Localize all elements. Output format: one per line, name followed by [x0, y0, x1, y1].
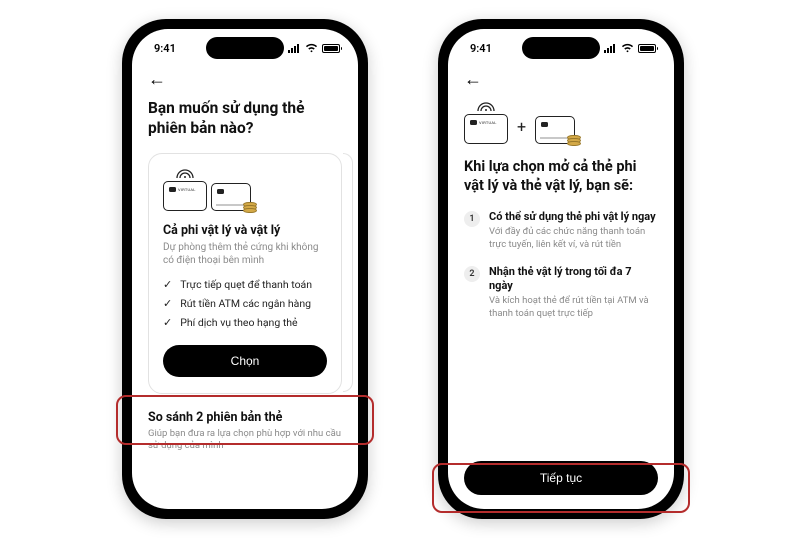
page-title: Khi lựa chọn mở cả thẻ phi vật lý và thẻ… [464, 158, 658, 196]
check-icon: ✓ [163, 278, 172, 291]
battery-icon [322, 44, 340, 53]
phone-mock-left: 9:41 ← Bạn muốn sử dụng thẻ phiên bản nà… [122, 19, 368, 519]
status-time: 9:41 [154, 42, 176, 55]
nfc-icon [475, 101, 497, 111]
phone-mock-right: 9:41 ← + [438, 19, 684, 519]
wifi-icon [621, 43, 634, 53]
iphone-notch [206, 37, 284, 59]
benefit-list: 1 Có thể sử dụng thẻ phi vật lý ngay Với… [464, 210, 658, 334]
feature-item: ✓Trực tiếp quẹt để thanh toán [163, 278, 327, 291]
step-number: 2 [464, 266, 480, 282]
feature-item: ✓Phí dịch vụ theo hạng thẻ [163, 316, 327, 329]
wifi-icon [305, 43, 318, 53]
screen-left: 9:41 ← Bạn muốn sử dụng thẻ phiên bản nà… [132, 29, 358, 509]
virtual-card-icon [163, 181, 207, 211]
back-button[interactable]: ← [464, 69, 482, 90]
cards-illustration [163, 168, 327, 211]
compare-desc: Giúp bạn đưa ra lựa chọn phù hợp với nhu… [148, 428, 342, 454]
check-icon: ✓ [163, 316, 172, 329]
benefit-item: 2 Nhận thẻ vật lý trong tối đa 7 ngày Và… [464, 265, 658, 321]
select-button[interactable]: Chọn [163, 345, 327, 377]
benefit-title: Nhận thẻ vật lý trong tối đa 7 ngày [489, 265, 658, 294]
option-title: Cả phi vật lý và vật lý [163, 223, 327, 238]
benefit-desc: Với đầy đủ các chức năng thanh toán trực… [489, 226, 658, 252]
back-button[interactable]: ← [148, 69, 166, 90]
battery-icon [638, 44, 656, 53]
coins-icon [243, 204, 257, 213]
virtual-card-icon [464, 114, 508, 144]
continue-button[interactable]: Tiếp tục [464, 461, 658, 495]
iphone-notch [522, 37, 600, 59]
option-card[interactable]: Cả phi vật lý và vật lý Dự phòng thêm th… [148, 153, 342, 394]
status-time: 9:41 [470, 42, 492, 55]
benefit-title: Có thể sử dụng thẻ phi vật lý ngay [489, 210, 658, 224]
nfc-icon [174, 168, 196, 178]
benefit-item: 1 Có thể sử dụng thẻ phi vật lý ngay Với… [464, 210, 658, 252]
coins-icon [567, 137, 581, 146]
benefit-desc: Và kích hoạt thẻ để rút tiền tại ATM và … [489, 295, 658, 321]
cellular-icon [604, 43, 617, 53]
cellular-icon [288, 43, 301, 53]
compare-title: So sánh 2 phiên bản thẻ [148, 410, 342, 425]
option-desc: Dự phòng thêm thẻ cứng khi không có điện… [163, 241, 327, 268]
feature-item: ✓Rút tiền ATM các ngân hàng [163, 297, 327, 310]
cards-illustration: + [464, 101, 658, 144]
check-icon: ✓ [163, 297, 172, 310]
next-card-peek[interactable] [343, 153, 353, 392]
step-number: 1 [464, 211, 480, 227]
screen-right: 9:41 ← + [448, 29, 674, 509]
page-title: Bạn muốn sử dụng thẻ phiên bản nào? [148, 99, 342, 139]
plus-icon: + [517, 117, 526, 136]
feature-list: ✓Trực tiếp quẹt để thanh toán ✓Rút tiền … [163, 278, 327, 329]
